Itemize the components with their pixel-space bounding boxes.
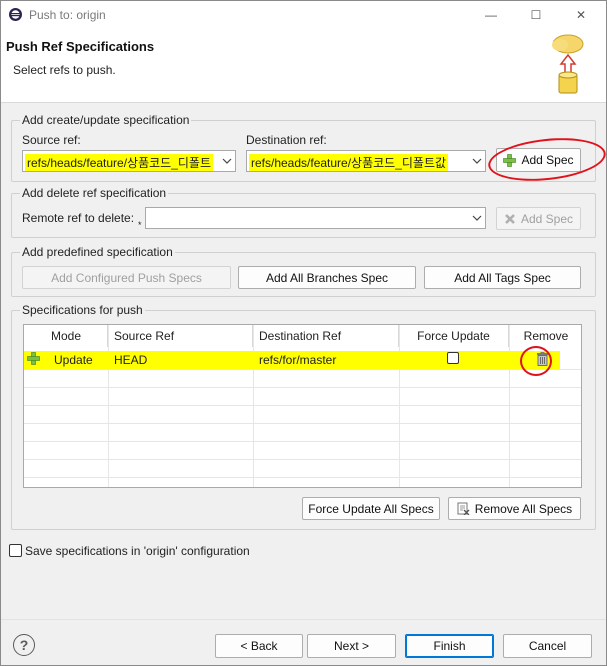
remote-ref-label: Remote ref to delete: [22,211,135,225]
save-config-label[interactable]: Save specifications in 'origin' configur… [25,544,250,558]
row-source-ref: HEAD [114,353,148,367]
destination-ref-combo[interactable]: refs/heads/feature/상품코드_디폴트값 [246,150,486,172]
source-ref-value: refs/heads/feature/상품코드_디폴트 [25,154,214,171]
maximize-button[interactable]: ☐ [514,4,558,26]
help-icon[interactable]: ? [13,634,35,656]
row-force-update-checkbox[interactable] [447,352,459,364]
column-header-source-ref[interactable]: Source Ref [108,325,253,347]
column-divider [399,325,400,487]
row-divider [24,477,581,478]
maximize-icon: ☐ [530,8,542,22]
column-divider [509,325,510,487]
row-divider [24,423,581,424]
add-all-tags-spec-button[interactable]: Add All Tags Spec [424,266,581,289]
chevron-down-icon[interactable] [472,155,482,169]
predefined-group-label: Add predefined specification [20,245,175,259]
add-delete-spec-label: Add Spec [520,211,574,226]
close-icon: ✕ [575,8,587,22]
row-divider [24,405,581,406]
source-ref-combo[interactable]: refs/heads/feature/상품코드_디폴트 [22,150,236,172]
column-header-force-update[interactable]: Force Update [399,325,509,347]
source-ref-label: Source ref: [22,133,81,147]
cancel-button[interactable]: Cancel [503,634,592,658]
row-mode: Update [54,353,93,367]
add-delete-spec-button[interactable]: Add Spec [496,207,581,230]
row-divider [24,387,581,388]
chevron-down-icon[interactable] [472,212,482,226]
required-marker: * [138,220,142,230]
minimize-icon: — [485,8,497,22]
delete-x-icon [504,213,516,225]
specs-table[interactable]: Mode Source Ref Destination Ref Force Up… [23,324,582,488]
window-title: Push to: origin [29,8,106,22]
remove-all-specs-label: Remove All Specs [474,501,573,516]
column-header-mode[interactable]: Mode [24,325,108,347]
destination-ref-label: Destination ref: [246,133,327,147]
chevron-down-icon[interactable] [222,155,232,169]
footer-separator [1,619,606,620]
specs-group-label: Specifications for push [20,303,145,317]
row-divider [24,441,581,442]
eclipse-icon [8,7,23,25]
page-title: Push Ref Specifications [6,39,155,54]
create-update-group-label: Add create/update specification [20,113,192,127]
push-wizard-icon [546,31,590,100]
next-button[interactable]: Next > [307,634,396,658]
remove-all-icon [457,502,470,515]
close-button[interactable]: ✕ [559,4,603,26]
add-all-branches-spec-button[interactable]: Add All Branches Spec [238,266,416,289]
annotation-circle [520,346,552,376]
row-divider [24,369,581,370]
push-dialog: Push to: origin — ☐ ✕ Push Ref Specifica… [0,0,607,666]
remove-all-specs-button[interactable]: Remove All Specs [448,497,581,520]
page-subtitle: Select refs to push. [13,63,116,77]
back-button[interactable]: < Back [215,634,303,658]
wizard-header: Push Ref Specifications Select refs to p… [1,29,606,103]
finish-button[interactable]: Finish [405,634,494,658]
save-config-checkbox[interactable] [9,544,22,557]
update-plus-icon [27,352,40,368]
help-glyph: ? [19,637,29,653]
column-divider [253,325,254,487]
force-update-all-specs-button[interactable]: Force Update All Specs [302,497,440,520]
column-divider [108,325,109,487]
column-header-destination-ref[interactable]: Destination Ref [253,325,399,347]
title-bar: Push to: origin — ☐ ✕ [1,1,606,29]
minimize-button[interactable]: — [469,4,513,26]
add-configured-push-specs-button[interactable]: Add Configured Push Specs [22,266,231,289]
column-header-remove[interactable]: Remove [509,325,581,347]
destination-ref-value: refs/heads/feature/상품코드_디폴트값 [249,154,449,171]
row-destination-ref: refs/for/master [259,353,337,367]
row-divider [24,459,581,460]
remote-ref-combo[interactable] [145,207,486,229]
delete-ref-group-label: Add delete ref specification [20,186,169,200]
